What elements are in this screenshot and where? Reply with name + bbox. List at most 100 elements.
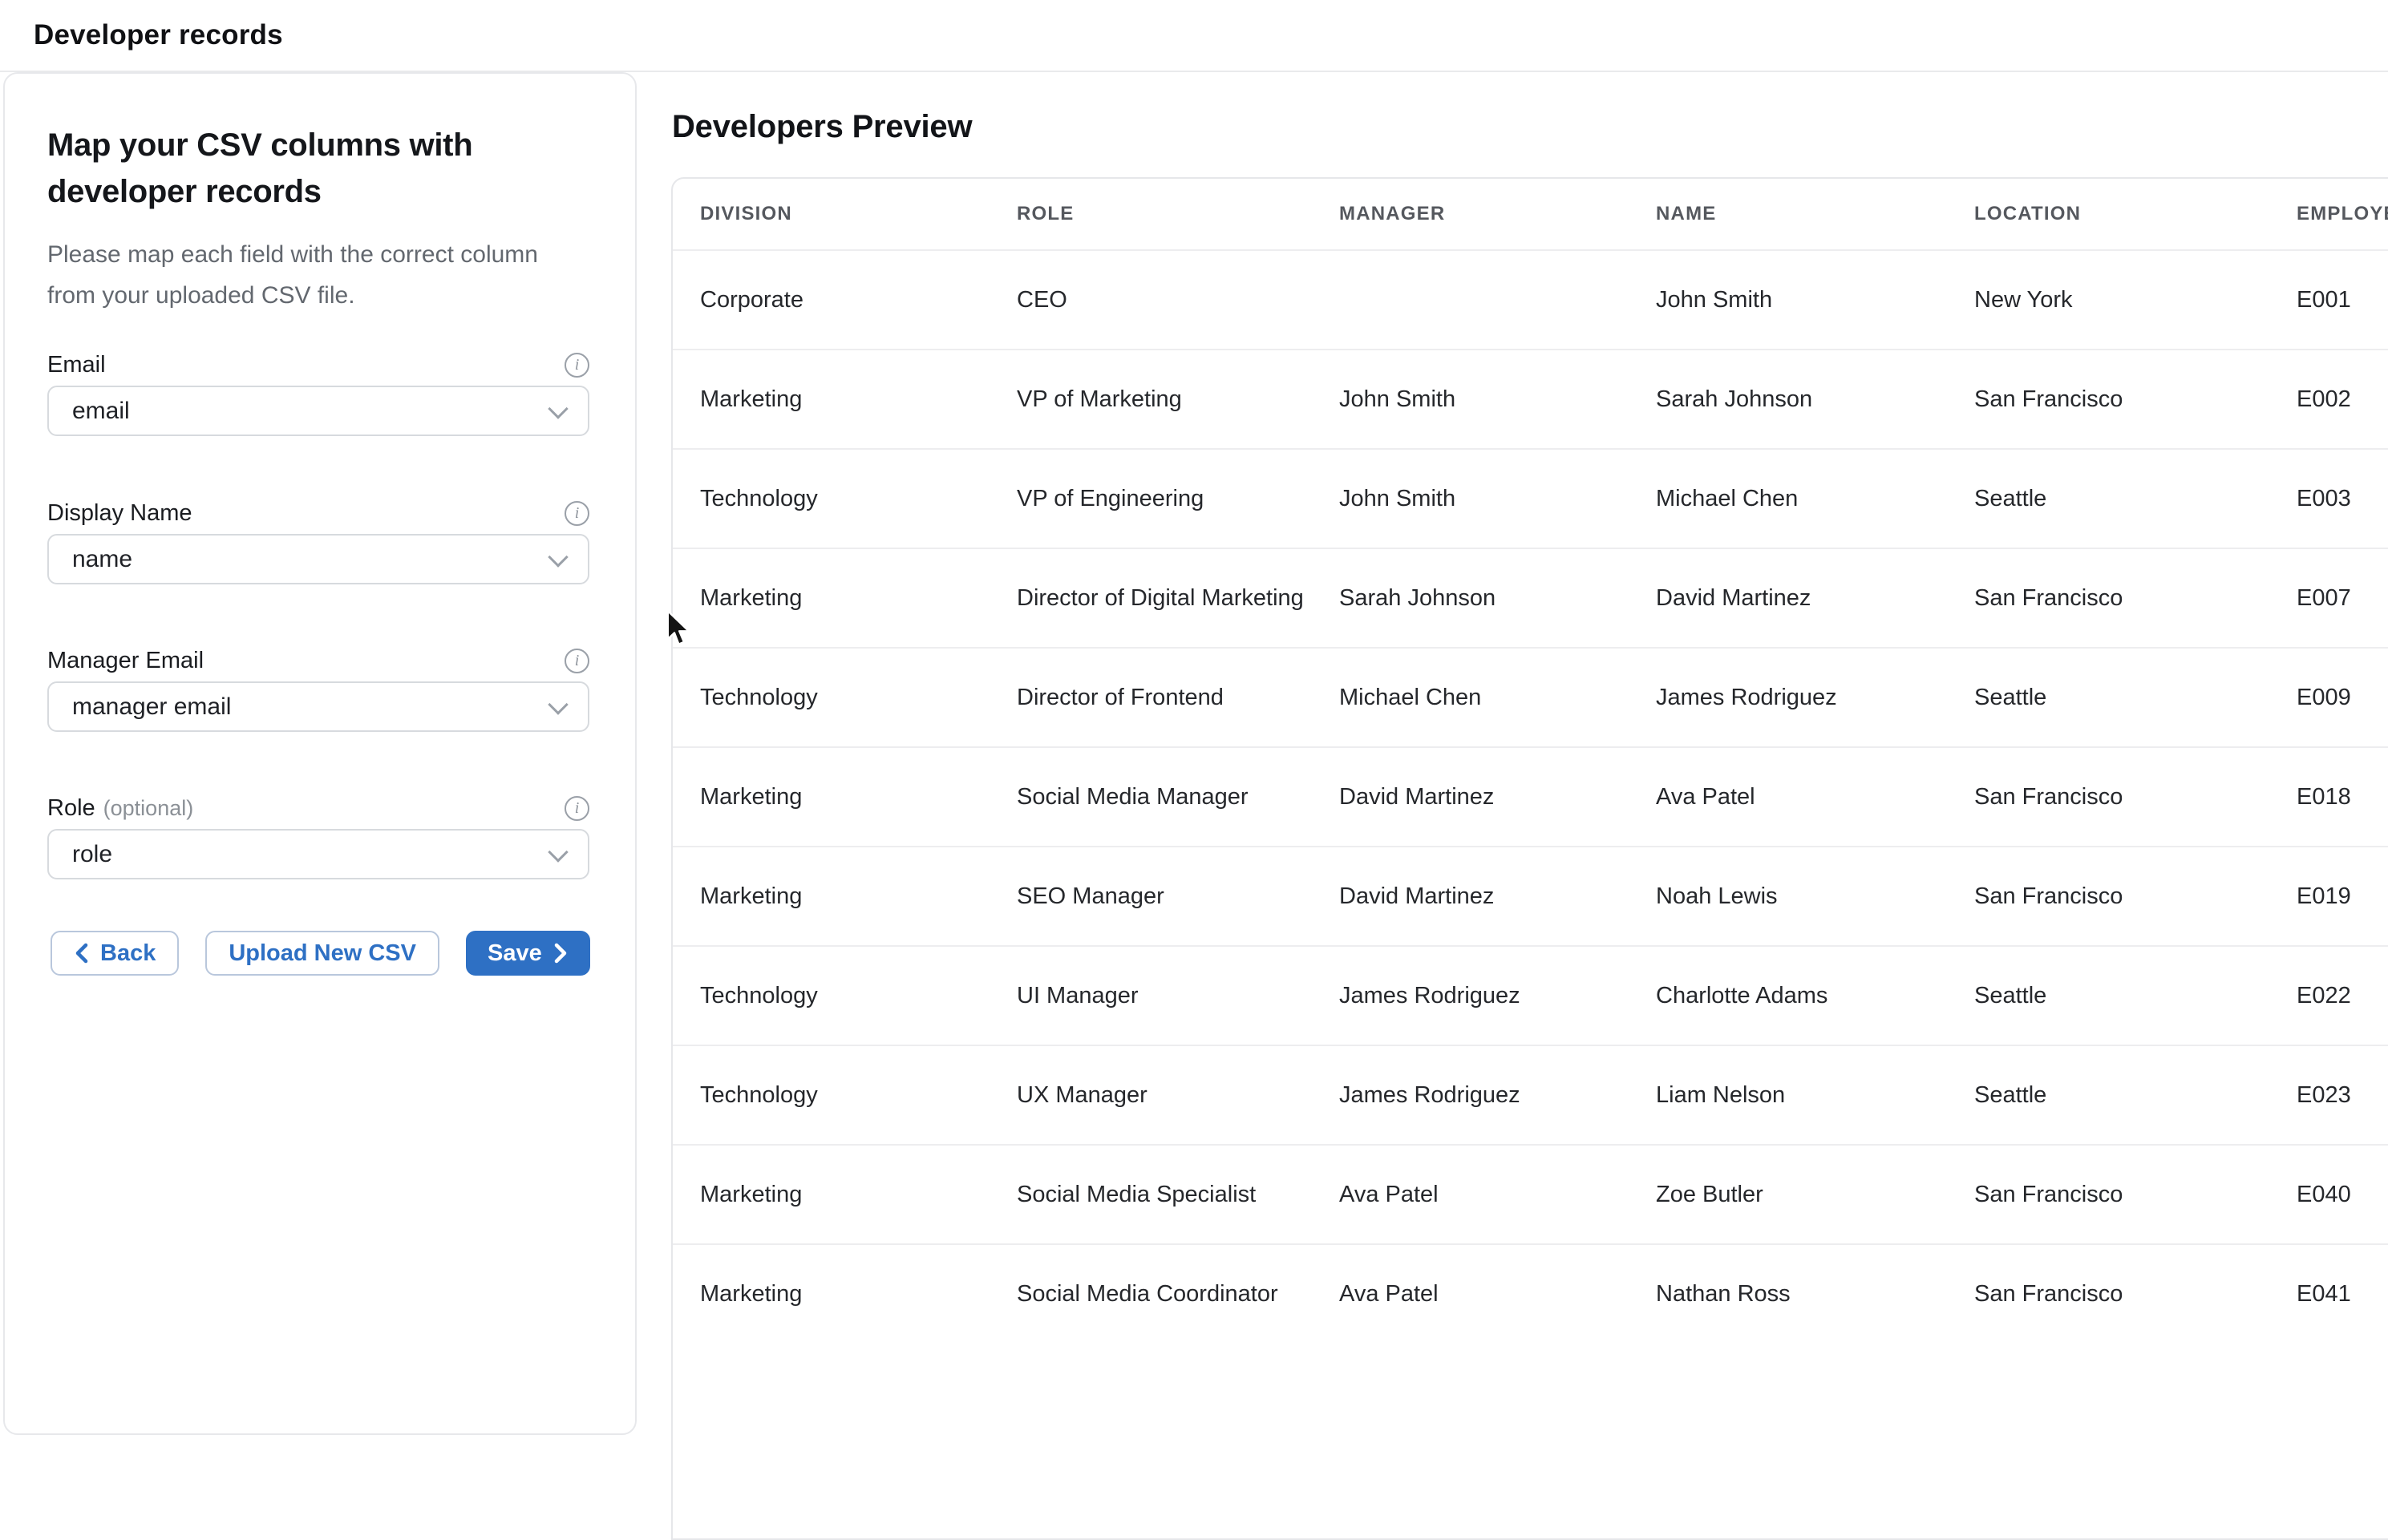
- column-header-role: ROLE: [990, 203, 1312, 225]
- top-bar: Developer records: [0, 0, 2388, 72]
- field-label: Display Name: [47, 500, 192, 527]
- cell-role: VP of Marketing: [990, 386, 1312, 413]
- cell-manager: David Martinez: [1312, 784, 1629, 810]
- table-row: Marketing Social Media Coordinator Ava P…: [673, 1243, 2388, 1343]
- cell-location: San Francisco: [1947, 784, 2269, 810]
- column-header-manager: MANAGER: [1312, 203, 1629, 225]
- cell-division: Marketing: [673, 1281, 990, 1308]
- field-label: Role: [47, 795, 95, 822]
- upload-button-label: Upload New CSV: [229, 940, 416, 967]
- cell-role: Director of Digital Marketing: [990, 585, 1312, 612]
- select-value: email: [72, 398, 130, 425]
- cell-division: Marketing: [673, 386, 990, 413]
- table-row: Marketing Social Media Manager David Mar…: [673, 746, 2388, 846]
- cell-employee-id: E040: [2269, 1182, 2388, 1208]
- column-select[interactable]: name: [47, 534, 589, 584]
- cell-employee-id: E009: [2269, 685, 2388, 711]
- cell-name: Zoe Butler: [1629, 1182, 1947, 1208]
- field-optional: (optional): [103, 796, 194, 821]
- cell-manager: David Martinez: [1312, 883, 1629, 910]
- cell-name: Michael Chen: [1629, 486, 1947, 512]
- cell-employee-id: E003: [2269, 486, 2388, 512]
- cell-division: Marketing: [673, 1182, 990, 1208]
- csv-mapping-panel: Map your CSV columns with developer reco…: [3, 72, 637, 1435]
- cell-role: UI Manager: [990, 983, 1312, 1009]
- cell-employee-id: E007: [2269, 585, 2388, 612]
- cell-name: Charlotte Adams: [1629, 983, 1947, 1009]
- field-label: Email: [47, 352, 106, 378]
- table-row: Marketing Director of Digital Marketing …: [673, 548, 2388, 647]
- select-value: role: [72, 841, 112, 868]
- select-value: manager email: [72, 693, 231, 721]
- column-select[interactable]: email: [47, 386, 589, 436]
- cell-division: Marketing: [673, 883, 990, 910]
- table-row: Marketing Social Media Specialist Ava Pa…: [673, 1144, 2388, 1243]
- cell-name: Noah Lewis: [1629, 883, 1947, 910]
- table-body: Corporate CEO John Smith New York E001 M…: [673, 249, 2388, 1343]
- cell-location: Seattle: [1947, 983, 2269, 1009]
- field-label-row: Manager Email i: [47, 645, 589, 676]
- cell-role: Social Media Coordinator: [990, 1281, 1312, 1308]
- cell-location: New York: [1947, 287, 2269, 313]
- cell-location: Seattle: [1947, 685, 2269, 711]
- cell-location: San Francisco: [1947, 883, 2269, 910]
- cell-division: Marketing: [673, 585, 990, 612]
- page-title: Developer records: [34, 19, 283, 51]
- cell-employee-id: E041: [2269, 1281, 2388, 1308]
- chevron-left-icon: [74, 943, 90, 964]
- mapping-heading: Map your CSV columns with developer reco…: [47, 122, 561, 215]
- back-button[interactable]: Back: [51, 931, 179, 976]
- table-row: Corporate CEO John Smith New York E001: [673, 249, 2388, 349]
- cell-manager: Ava Patel: [1312, 1182, 1629, 1208]
- field-group: Email i email: [47, 350, 589, 436]
- table-row: Marketing VP of Marketing John Smith Sar…: [673, 349, 2388, 448]
- back-button-label: Back: [100, 940, 156, 967]
- column-header-division: DIVISION: [673, 203, 990, 225]
- cell-role: Director of Frontend: [990, 685, 1312, 711]
- cell-name: Sarah Johnson: [1629, 386, 1947, 413]
- cell-division: Technology: [673, 486, 990, 512]
- cell-location: San Francisco: [1947, 386, 2269, 413]
- preview-heading: Developers Preview: [672, 109, 972, 145]
- field-group: Role (optional) i role: [47, 793, 589, 879]
- column-select[interactable]: manager email: [47, 681, 589, 732]
- chevron-down-icon: [548, 547, 568, 567]
- cell-employee-id: E022: [2269, 983, 2388, 1009]
- upload-new-csv-button[interactable]: Upload New CSV: [205, 931, 439, 976]
- cell-manager: James Rodriguez: [1312, 1082, 1629, 1109]
- table-row: Marketing SEO Manager David Martinez Noa…: [673, 846, 2388, 945]
- cell-division: Corporate: [673, 287, 990, 313]
- cell-location: San Francisco: [1947, 585, 2269, 612]
- cell-division: Marketing: [673, 784, 990, 810]
- cell-employee-id: E002: [2269, 386, 2388, 413]
- chevron-down-icon: [548, 694, 568, 714]
- field-group: Display Name i name: [47, 498, 589, 584]
- cell-role: UX Manager: [990, 1082, 1312, 1109]
- info-icon[interactable]: i: [565, 501, 589, 526]
- cell-name: James Rodriguez: [1629, 685, 1947, 711]
- cell-employee-id: E018: [2269, 784, 2388, 810]
- cell-manager: Sarah Johnson: [1312, 585, 1629, 612]
- info-icon[interactable]: i: [565, 649, 589, 673]
- table-row: Technology VP of Engineering John Smith …: [673, 448, 2388, 548]
- field-label-row: Email i: [47, 350, 589, 380]
- table-row: Technology Director of Frontend Michael …: [673, 647, 2388, 746]
- cell-division: Technology: [673, 1082, 990, 1109]
- chevron-down-icon: [548, 842, 568, 862]
- save-button[interactable]: Save: [466, 931, 590, 976]
- cell-name: Ava Patel: [1629, 784, 1947, 810]
- field-label-row: Role (optional) i: [47, 793, 589, 823]
- cell-manager: John Smith: [1312, 386, 1629, 413]
- field-group: Manager Email i manager email: [47, 645, 589, 732]
- field-label-row: Display Name i: [47, 498, 589, 528]
- info-icon[interactable]: i: [565, 353, 589, 378]
- page: { "page": { "title": "Developer records"…: [0, 0, 2388, 1304]
- cell-role: CEO: [990, 287, 1312, 313]
- table-row: Technology UX Manager James Rodriguez Li…: [673, 1045, 2388, 1144]
- column-select[interactable]: role: [47, 829, 589, 879]
- info-icon[interactable]: i: [565, 796, 589, 821]
- cell-manager: Ava Patel: [1312, 1281, 1629, 1308]
- table-row: Technology UI Manager James Rodriguez Ch…: [673, 945, 2388, 1045]
- cell-manager: John Smith: [1312, 486, 1629, 512]
- cell-employee-id: E019: [2269, 883, 2388, 910]
